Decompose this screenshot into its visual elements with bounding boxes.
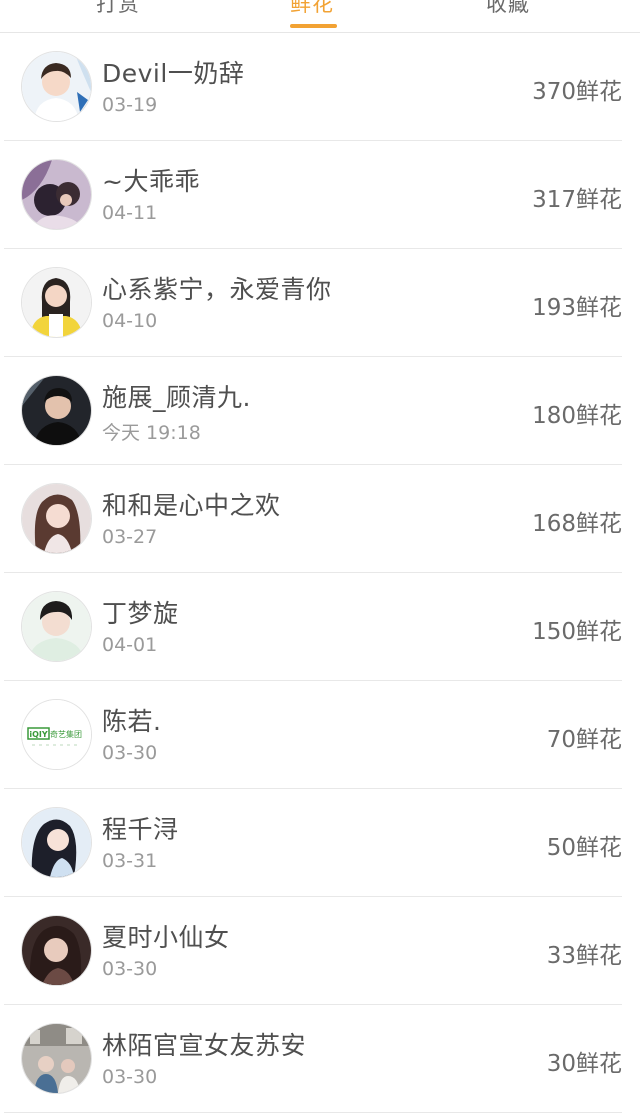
user-name: 夏时小仙女 [102, 923, 230, 952]
flower-count: 70鲜花 [546, 727, 622, 753]
gift-date: 04-11 [102, 202, 158, 224]
flower-count: 150鲜花 [532, 619, 622, 645]
user-name: 丁梦旋 [102, 599, 179, 628]
gift-date: 今天 19:18 [102, 422, 201, 444]
list-item[interactable]: 夏时小仙女 03-30 33鲜花 [4, 897, 622, 1005]
tab-favorites[interactable]: 收藏 [486, 0, 530, 18]
user-name: ~大乖乖 [102, 167, 200, 196]
user-avatar-icon[interactable] [22, 160, 91, 229]
flower-count: 370鲜花 [532, 79, 622, 105]
tab-bar: 打赏 鲜花 收藏 [0, 0, 640, 33]
list-item[interactable]: 林陌官宣女友苏安 03-30 30鲜花 [4, 1005, 622, 1113]
user-name: 心系紫宁，永爱青你 [102, 275, 332, 304]
list-item[interactable]: 丁梦旋 04-01 150鲜花 [4, 573, 622, 681]
svg-text:奇艺集团: 奇艺集团 [50, 729, 82, 739]
user-avatar-icon[interactable] [22, 484, 91, 553]
user-name: 陈若. [102, 707, 162, 736]
user-name: 施展_顾清九. [102, 383, 251, 412]
flower-ranking-list: Devil一奶辞 03-19 370鲜花 ~大乖乖 04-11 317鲜花 心系… [0, 33, 640, 1113]
gift-date: 03-30 [102, 742, 158, 764]
gift-date: 03-30 [102, 1066, 158, 1088]
logo-avatar-icon[interactable]: iQIY 奇艺集团 [22, 700, 91, 769]
list-item[interactable]: iQIY 奇艺集团 陈若. 03-30 70鲜花 [4, 681, 622, 789]
user-avatar-icon[interactable] [22, 916, 91, 985]
user-avatar-icon[interactable] [22, 376, 91, 445]
user-avatar-icon[interactable] [22, 268, 91, 337]
gift-date: 03-19 [102, 94, 158, 116]
gift-date: 03-30 [102, 958, 158, 980]
flower-count: 180鲜花 [532, 403, 622, 429]
flower-count: 30鲜花 [546, 1051, 622, 1077]
user-name: 和和是心中之欢 [102, 491, 281, 520]
flower-count: 193鲜花 [532, 295, 622, 321]
user-avatar-icon[interactable] [22, 52, 91, 121]
gift-date: 04-10 [102, 310, 158, 332]
flower-count: 168鲜花 [532, 511, 622, 537]
list-item[interactable]: 程千浔 03-31 50鲜花 [4, 789, 622, 897]
gift-date: 04-01 [102, 634, 158, 656]
user-avatar-icon[interactable] [22, 592, 91, 661]
gift-date: 03-27 [102, 526, 158, 548]
list-item[interactable]: ~大乖乖 04-11 317鲜花 [4, 141, 622, 249]
list-item[interactable]: 心系紫宁，永爱青你 04-10 193鲜花 [4, 249, 622, 357]
user-name: 林陌官宣女友苏安 [102, 1031, 307, 1060]
user-name: 程千浔 [102, 815, 179, 844]
active-tab-indicator [290, 24, 337, 28]
tab-flowers[interactable]: 鲜花 [290, 0, 334, 18]
flower-count: 50鲜花 [546, 835, 622, 861]
svg-text:iQIY: iQIY [29, 730, 48, 739]
gift-date: 03-31 [102, 850, 158, 872]
flower-count: 317鲜花 [532, 187, 622, 213]
list-item[interactable]: Devil一奶辞 03-19 370鲜花 [4, 33, 622, 141]
user-avatar-icon[interactable] [22, 808, 91, 877]
list-item[interactable]: 和和是心中之欢 03-27 168鲜花 [4, 465, 622, 573]
list-item[interactable]: 施展_顾清九. 今天 19:18 180鲜花 [4, 357, 622, 465]
user-name: Devil一奶辞 [102, 59, 245, 88]
user-avatar-icon[interactable] [22, 1024, 91, 1093]
flower-count: 33鲜花 [546, 943, 622, 969]
tab-tip[interactable]: 打赏 [96, 0, 140, 18]
